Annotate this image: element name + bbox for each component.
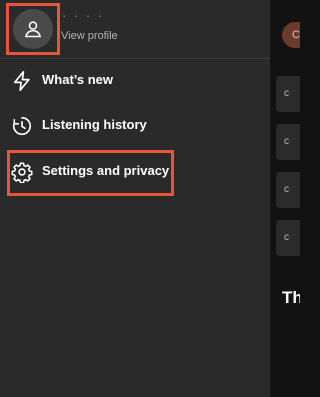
avatar-highlight-box: [6, 3, 60, 55]
lightning-bolt-icon: [13, 71, 30, 91]
side-drawer: · · · · View profile What’s new Listenin…: [0, 0, 270, 397]
profile-row[interactable]: · · · · View profile: [0, 0, 270, 58]
background-shortcut-card: c: [276, 220, 300, 256]
background-shortcut-card: c: [276, 76, 300, 112]
profile-name: · · · ·: [62, 8, 105, 23]
background-home-screen: C c c c c Th: [270, 0, 300, 397]
menu-item-listening-history[interactable]: Listening history: [0, 107, 270, 143]
menu-item-label: Listening history: [42, 117, 147, 132]
background-section-heading: Th: [282, 288, 300, 307]
divider: [0, 58, 270, 59]
settings-highlight-box: [7, 150, 174, 196]
menu-item-label: What’s new: [42, 72, 114, 87]
background-shortcut-card: c: [276, 172, 300, 208]
view-profile-link[interactable]: View profile: [61, 30, 118, 42]
menu-item-whats-new[interactable]: What’s new: [0, 62, 270, 98]
background-filter-chip: C: [282, 22, 300, 48]
history-clock-icon: [12, 116, 32, 136]
background-shortcut-card: c: [276, 124, 300, 160]
